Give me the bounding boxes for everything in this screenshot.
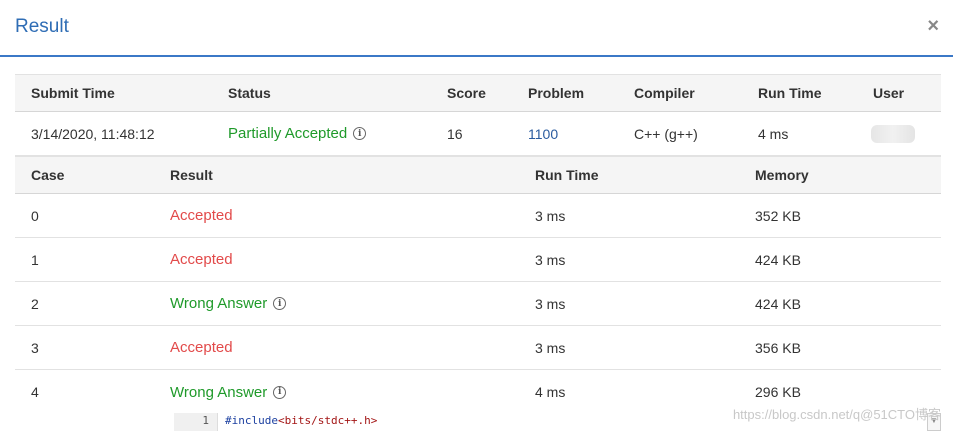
table-row: 0 Accepted 3 ms 352 KB (15, 194, 941, 238)
case-run-time: 4 ms (535, 384, 566, 400)
header-memory: Memory (755, 167, 809, 183)
case-run-time: 3 ms (535, 207, 566, 224)
result-label: Wrong Answer (170, 383, 268, 401)
header-submit-time: Submit Time (31, 85, 115, 101)
case-run-time: 3 ms (535, 339, 566, 356)
case-number: 1 (31, 251, 39, 268)
score: 16 (447, 125, 463, 142)
watermark: https://blog.csdn.net/q@51CTO博客 (732, 407, 941, 422)
info-circle-icon[interactable]: i (273, 385, 287, 399)
run-time: 4 ms (758, 125, 789, 142)
submission-header-row: Submit Time Status Score Problem Compile… (15, 74, 941, 112)
submission-row: 3/14/2020, 11:48:12 Partially Accepted i… (15, 112, 941, 156)
header-compiler: Compiler (634, 85, 695, 101)
header-status: Status (228, 85, 271, 101)
header-score: Score (447, 85, 486, 101)
header-problem: Problem (528, 85, 585, 101)
case-memory: 424 KB (755, 295, 801, 312)
problem-link[interactable]: 1100 (528, 112, 558, 155)
case-run-time: 3 ms (535, 295, 566, 312)
case-result: Accepted (170, 238, 233, 281)
modal-header: Result × (0, 0, 953, 57)
table-row: 1 Accepted 3 ms 424 KB (15, 238, 941, 282)
case-number: 3 (31, 339, 39, 356)
case-memory: 356 KB (755, 339, 801, 356)
header-run-time: Run Time (758, 85, 822, 101)
header-case: Case (31, 167, 65, 183)
case-result: Accepted (170, 326, 233, 369)
status-cell: Partially Accepted i (228, 112, 367, 155)
case-number: 4 (31, 384, 39, 400)
table-row: 3 Accepted 3 ms 356 KB (15, 326, 941, 370)
header-result: Result (170, 167, 213, 183)
result-label: Accepted (170, 339, 233, 356)
result-label: Accepted (170, 251, 233, 268)
result-label: Accepted (170, 207, 233, 224)
header-user: User (873, 85, 905, 101)
case-run-time: 3 ms (535, 251, 566, 268)
code-directive: #include (225, 414, 278, 427)
case-result: Accepted (170, 194, 233, 237)
case-memory: 352 KB (755, 207, 801, 224)
case-memory: 424 KB (755, 251, 801, 268)
modal-title: Result (15, 16, 69, 37)
table-row: 2 Wrong Answer i 3 ms 424 KB (15, 282, 941, 326)
info-circle-icon[interactable]: i (273, 297, 287, 310)
case-result: Wrong Answer i (170, 370, 287, 414)
cases-header-row: Case Result Run Time Memory (15, 156, 941, 194)
code-line: #include<bits/stdc++.h> (225, 413, 377, 429)
avatar (871, 124, 915, 143)
cases-table: Case Result Run Time Memory 0 Accepted 3… (15, 156, 941, 414)
close-icon[interactable]: × (927, 14, 939, 38)
info-circle-icon[interactable]: i (353, 127, 367, 140)
compiler: C++ (g++) (634, 125, 698, 142)
submission-table: Submit Time Status Score Problem Compile… (15, 74, 941, 156)
header-case-run-time: Run Time (535, 167, 599, 183)
case-number: 2 (31, 295, 39, 312)
case-result: Wrong Answer i (170, 282, 287, 325)
result-label: Wrong Answer (170, 295, 268, 312)
status-label: Partially Accepted (228, 125, 348, 142)
submit-time: 3/14/2020, 11:48:12 (31, 125, 155, 142)
case-number: 0 (31, 207, 39, 224)
line-number: 1 (174, 413, 218, 431)
user-avatar[interactable] (871, 112, 915, 155)
code-header: <bits/stdc++.h> (277, 414, 378, 427)
